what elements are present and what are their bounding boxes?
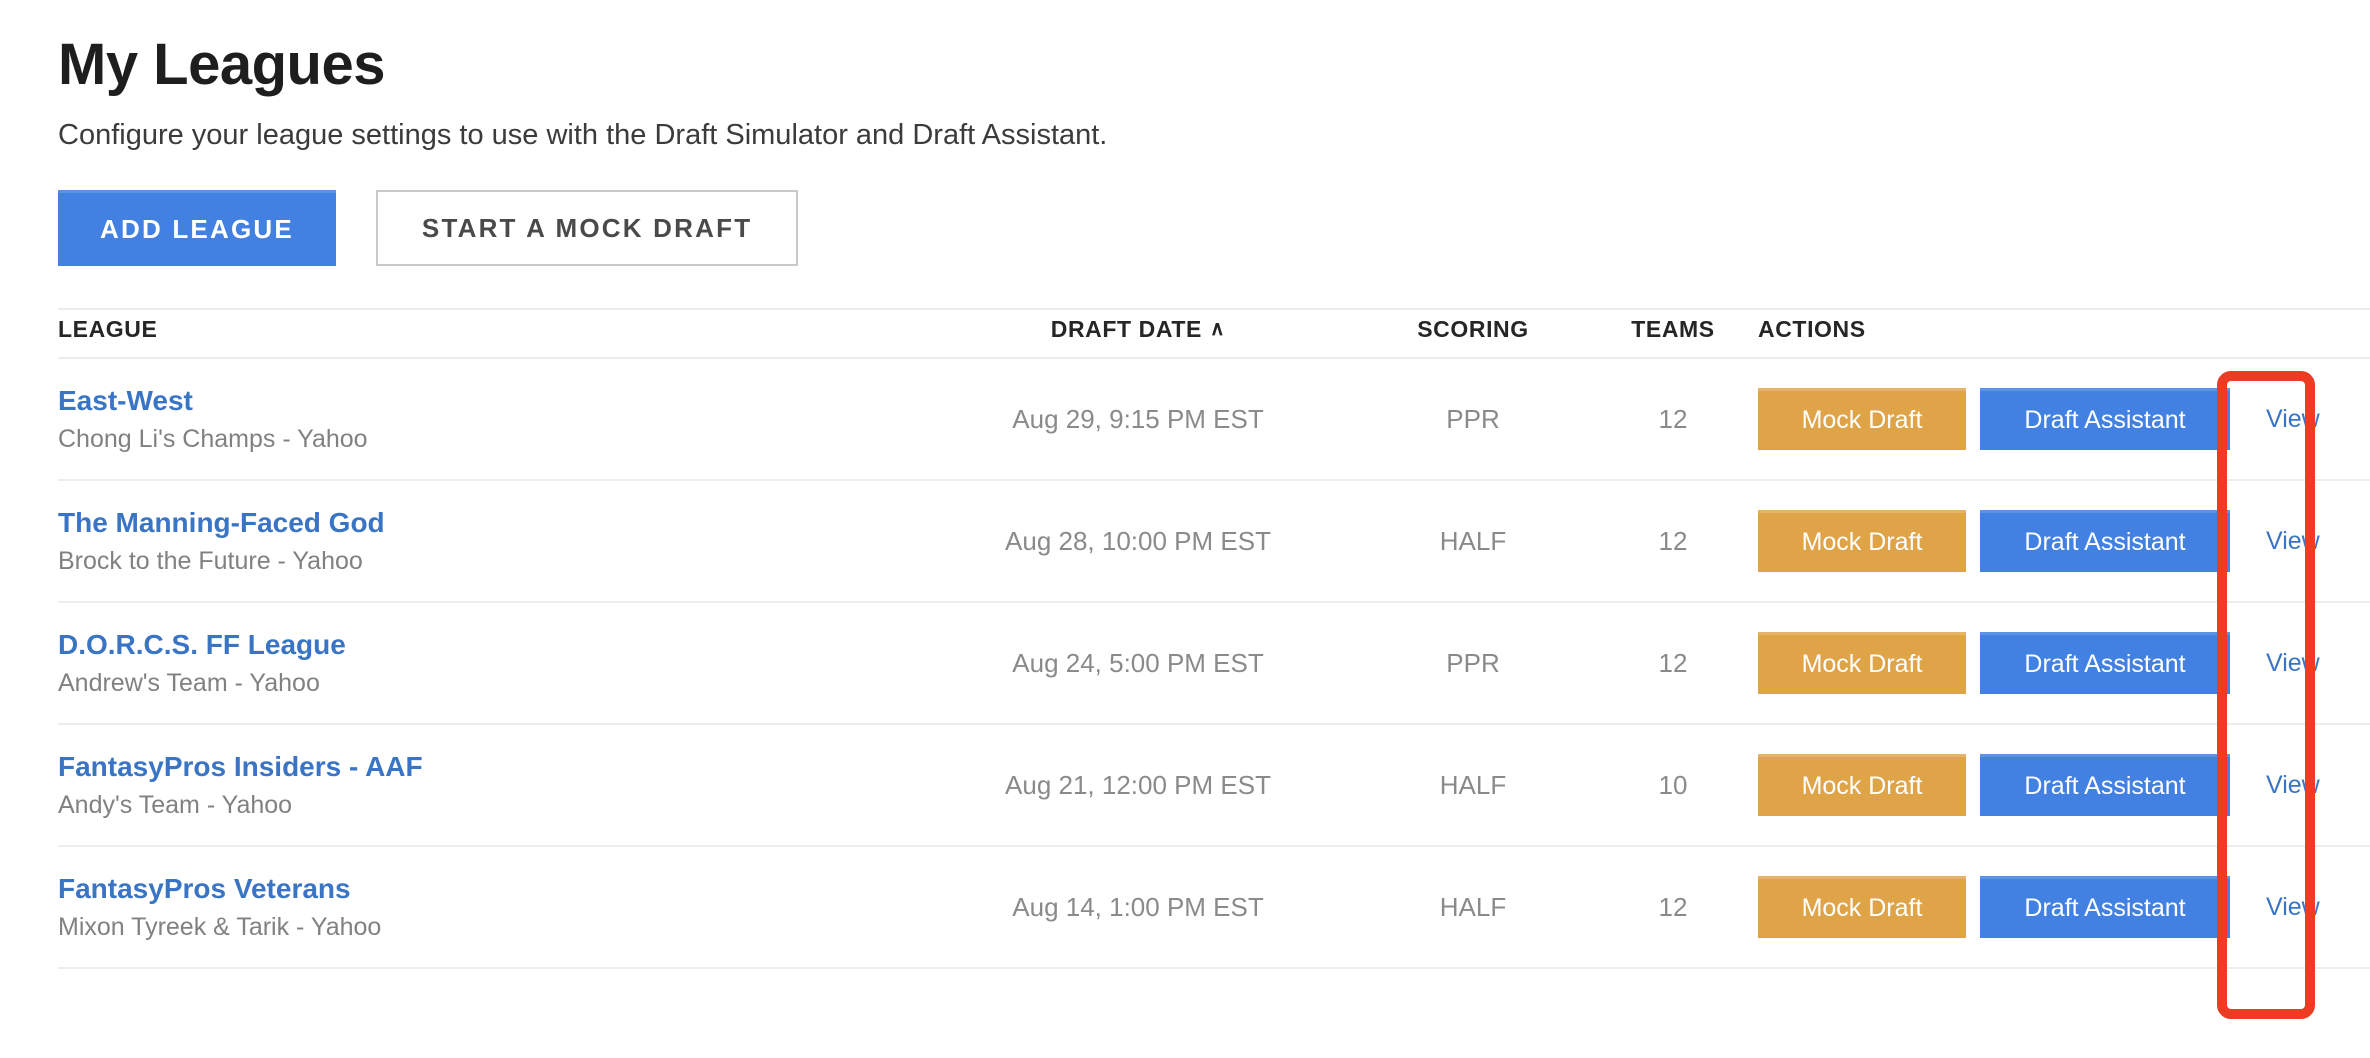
- column-header-teams[interactable]: TEAMS: [1588, 309, 1758, 358]
- cell-teams: 10: [1588, 724, 1758, 846]
- table-header-row: LEAGUE DRAFT DATE ∧ SCORING TEAMS ACTIONS: [58, 309, 2370, 358]
- cell-teams: 12: [1588, 480, 1758, 602]
- start-mock-draft-button[interactable]: START A MOCK DRAFT: [376, 190, 798, 266]
- cell-scoring: PPR: [1358, 602, 1588, 724]
- league-name-link[interactable]: FantasyPros Veterans: [58, 873, 918, 905]
- cell-draft-date: Aug 28, 10:00 PM EST: [918, 480, 1358, 602]
- view-link[interactable]: View: [2266, 649, 2320, 678]
- table-row: D.O.R.C.S. FF League Andrew's Team - Yaho…: [58, 602, 2370, 724]
- mock-draft-button[interactable]: Mock Draft: [1758, 388, 1966, 450]
- league-team-name: Chong Li's Champs - Yahoo: [58, 425, 918, 454]
- view-link[interactable]: View: [2266, 405, 2320, 434]
- cell-scoring: HALF: [1358, 480, 1588, 602]
- cell-league: FantasyPros Insiders - AAF Andy's Team - …: [58, 724, 918, 846]
- column-header-draft-date-label: DRAFT DATE: [1051, 316, 1202, 342]
- cell-league: East-West Chong Li's Champs - Yahoo: [58, 358, 918, 480]
- row-actions: Mock DraftDraft Assistant View: [1758, 510, 2370, 572]
- sort-ascending-icon: ∧: [1210, 316, 1225, 341]
- table-row: FantasyPros Veterans Mixon Tyreek & Tarik…: [58, 846, 2370, 968]
- table-row: East-West Chong Li's Champs - YahooAug 29…: [58, 358, 2370, 480]
- row-actions: Mock DraftDraft Assistant View: [1758, 754, 2370, 816]
- toolbar: ADD LEAGUE START A MOCK DRAFT: [58, 190, 2370, 266]
- league-team-name: Andy's Team - Yahoo: [58, 791, 918, 820]
- column-header-league[interactable]: LEAGUE: [58, 309, 918, 358]
- league-name-link[interactable]: East-West: [58, 385, 918, 417]
- draft-assistant-button[interactable]: Draft Assistant: [1980, 510, 2230, 572]
- cell-actions: Mock DraftDraft Assistant View: [1758, 724, 2370, 846]
- row-actions: Mock DraftDraft Assistant View: [1758, 876, 2370, 938]
- cell-teams: 12: [1588, 358, 1758, 480]
- table-row: FantasyPros Insiders - AAF Andy's Team - …: [58, 724, 2370, 846]
- cell-scoring: HALF: [1358, 846, 1588, 968]
- row-actions: Mock DraftDraft Assistant View: [1758, 388, 2370, 450]
- cell-actions: Mock DraftDraft Assistant View: [1758, 480, 2370, 602]
- table-body: East-West Chong Li's Champs - YahooAug 29…: [58, 358, 2370, 968]
- draft-assistant-button[interactable]: Draft Assistant: [1980, 632, 2230, 694]
- mock-draft-button[interactable]: Mock Draft: [1758, 510, 1966, 572]
- cell-scoring: PPR: [1358, 358, 1588, 480]
- view-link[interactable]: View: [2266, 771, 2320, 800]
- mock-draft-button[interactable]: Mock Draft: [1758, 632, 1966, 694]
- cell-league: FantasyPros Veterans Mixon Tyreek & Tarik…: [58, 846, 918, 968]
- page-content: My Leagues Configure your league setting…: [0, 0, 2370, 969]
- league-name-link[interactable]: The Manning-Faced God: [58, 507, 918, 539]
- table-header: LEAGUE DRAFT DATE ∧ SCORING TEAMS ACTIONS: [58, 309, 2370, 358]
- mock-draft-button[interactable]: Mock Draft: [1758, 754, 1966, 816]
- leagues-table: LEAGUE DRAFT DATE ∧ SCORING TEAMS ACTIONS…: [58, 308, 2370, 969]
- cell-teams: 12: [1588, 602, 1758, 724]
- cell-teams: 12: [1588, 846, 1758, 968]
- my-leagues-page: My Leagues Configure your league setting…: [0, 0, 2370, 1058]
- cell-draft-date: Aug 29, 9:15 PM EST: [918, 358, 1358, 480]
- league-name-link[interactable]: D.O.R.C.S. FF League: [58, 629, 918, 661]
- column-header-scoring[interactable]: SCORING: [1358, 309, 1588, 358]
- view-link[interactable]: View: [2266, 893, 2320, 922]
- league-team-name: Brock to the Future - Yahoo: [58, 547, 918, 576]
- cell-draft-date: Aug 14, 1:00 PM EST: [918, 846, 1358, 968]
- draft-assistant-button[interactable]: Draft Assistant: [1980, 388, 2230, 450]
- draft-assistant-button[interactable]: Draft Assistant: [1980, 754, 2230, 816]
- cell-draft-date: Aug 24, 5:00 PM EST: [918, 602, 1358, 724]
- cell-scoring: HALF: [1358, 724, 1588, 846]
- mock-draft-button[interactable]: Mock Draft: [1758, 876, 1966, 938]
- draft-assistant-button[interactable]: Draft Assistant: [1980, 876, 2230, 938]
- table-row: The Manning-Faced God Brock to the Future…: [58, 480, 2370, 602]
- league-team-name: Andrew's Team - Yahoo: [58, 669, 918, 698]
- add-league-button[interactable]: ADD LEAGUE: [58, 190, 336, 266]
- league-team-name: Mixon Tyreek & Tarik - Yahoo: [58, 913, 918, 942]
- page-title: My Leagues: [58, 0, 2370, 99]
- cell-actions: Mock DraftDraft Assistant View: [1758, 358, 2370, 480]
- column-header-actions: ACTIONS: [1758, 309, 2370, 358]
- view-link[interactable]: View: [2266, 527, 2320, 556]
- cell-actions: Mock DraftDraft Assistant View: [1758, 846, 2370, 968]
- league-name-link[interactable]: FantasyPros Insiders - AAF: [58, 751, 918, 783]
- page-subtitle: Configure your league settings to use wi…: [58, 99, 2370, 155]
- cell-draft-date: Aug 21, 12:00 PM EST: [918, 724, 1358, 846]
- column-header-draft-date[interactable]: DRAFT DATE ∧: [918, 309, 1358, 358]
- cell-league: D.O.R.C.S. FF League Andrew's Team - Yaho…: [58, 602, 918, 724]
- row-actions: Mock DraftDraft Assistant View: [1758, 632, 2370, 694]
- cell-actions: Mock DraftDraft Assistant View: [1758, 602, 2370, 724]
- cell-league: The Manning-Faced God Brock to the Future…: [58, 480, 918, 602]
